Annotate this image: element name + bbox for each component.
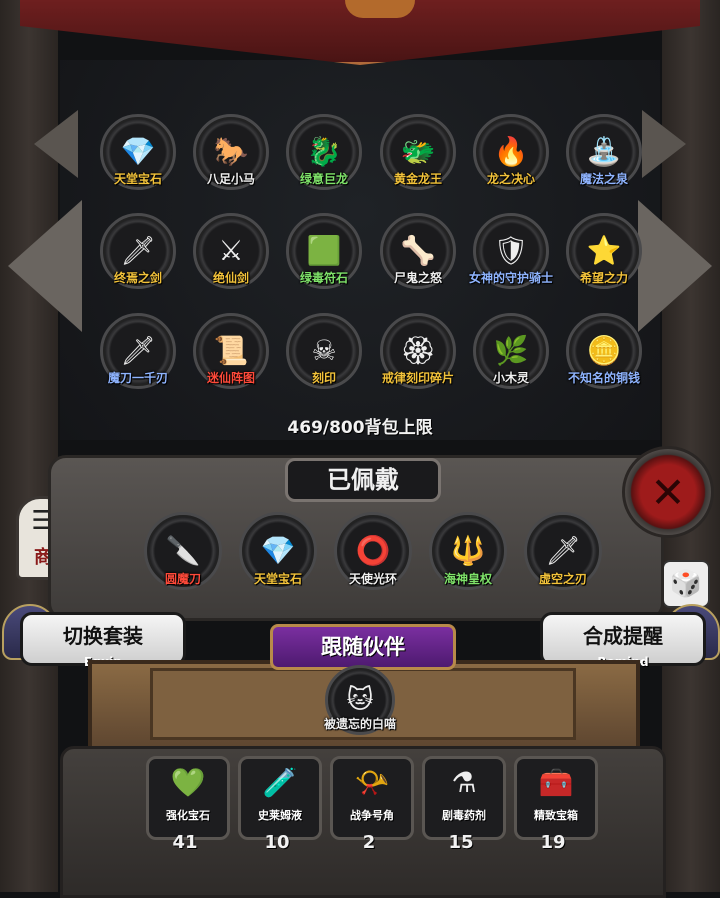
material-slot[interactable]: 🧰 精致宝箱 [514, 756, 598, 840]
item-label: 女神的守护骑士 [468, 271, 553, 285]
item-label: 迷仙阵图 [206, 371, 255, 385]
equipped-label: 天使光环 [348, 572, 397, 586]
material-label: 精致宝箱 [534, 809, 578, 822]
equipped-title: 已佩戴 [285, 458, 441, 502]
item-label: 希望之力 [579, 271, 628, 285]
inventory-item[interactable]: 🌿 小木灵 [465, 313, 557, 405]
inventory-item[interactable]: 🐲 黄金龙王 [372, 114, 464, 206]
inventory-item[interactable]: 🛡 女神的守护骑士 [465, 213, 557, 305]
equipped-label: 天堂宝石 [253, 572, 302, 586]
material-slot[interactable]: 📯 战争号角 [330, 756, 414, 840]
material-icon: 💚 [170, 766, 206, 799]
companion-title: 跟随伙伴 [270, 624, 456, 670]
inventory-item[interactable]: 📜 迷仙阵图 [185, 313, 277, 405]
item-label: 龙之决心 [486, 172, 535, 186]
item-label: 尸鬼之怒 [393, 271, 442, 285]
material-icon: 🧪 [262, 766, 298, 799]
companion-slot[interactable]: 🐱 被遗忘的白喵 [315, 665, 405, 745]
synth-remind-label: 合成提醒 [583, 624, 663, 648]
backpack-capacity: 469/800背包上限 [287, 418, 433, 438]
dice-icon[interactable]: 🎲 [662, 560, 710, 608]
inventory-item[interactable]: 🗡 终焉之剑 [92, 213, 184, 305]
material-slot[interactable]: ⚗ 剧毒药剂 [422, 756, 506, 840]
inventory-item[interactable]: 🐉 绿意巨龙 [278, 114, 370, 206]
item-label: 绿意巨龙 [299, 172, 348, 186]
item-label: 终焉之剑 [113, 271, 162, 285]
material-slot[interactable]: 💚 强化宝石 [146, 756, 230, 840]
equipped-item[interactable]: 🔱 海神皇权 [422, 512, 514, 604]
prev-page-arrow-icon[interactable] [8, 200, 82, 332]
companion-name: 被遗忘的白喵 [323, 717, 396, 731]
material-count: 10 [264, 832, 290, 853]
item-label: 黄金龙王 [393, 172, 442, 186]
equipped-item[interactable]: 🔪 圆魔刀 [137, 512, 229, 604]
material-label: 强化宝石 [166, 809, 210, 822]
inventory-item[interactable]: 🏵 戒律刻印碎片 [372, 313, 464, 405]
inventory-item[interactable]: 💎 天堂宝石 [92, 114, 184, 206]
equipped-item[interactable]: 💎 天堂宝石 [232, 512, 324, 604]
switch-set-button[interactable]: 切换套装 Equip [20, 612, 186, 669]
equipped-item[interactable]: ⭕ 天使光环 [327, 512, 419, 604]
material-icon: 🧰 [538, 766, 574, 799]
material-label: 剧毒药剂 [442, 809, 486, 822]
inventory-item[interactable]: ⛲ 魔法之泉 [558, 114, 650, 206]
equipped-label: 圆魔刀 [164, 572, 201, 586]
item-label: 八足小马 [206, 172, 255, 186]
synth-remind-button[interactable]: 合成提醒 Remind [540, 612, 706, 669]
material-count: 19 [540, 832, 566, 853]
equipped-label: 海神皇权 [443, 572, 492, 586]
close-icon: ✕ [650, 467, 686, 517]
item-label: 戒律刻印碎片 [381, 371, 454, 385]
equipped-item[interactable]: 🗡 虚空之刃 [517, 512, 609, 604]
prev-page-small-arrow-icon[interactable] [34, 110, 78, 178]
switch-set-label: 切换套装 [63, 624, 143, 648]
inventory-item[interactable]: 🔥 龙之决心 [465, 114, 557, 206]
item-label: 天堂宝石 [113, 172, 162, 186]
item-label: 小木灵 [492, 371, 529, 385]
inventory-item[interactable]: ⚔ 绝仙剑 [185, 213, 277, 305]
inventory-item[interactable]: 🟩 绿毒符石 [278, 213, 370, 305]
material-count: 15 [448, 832, 474, 853]
banner-gem [345, 0, 415, 18]
inventory-item[interactable]: 🗡 魔刀一千刃 [92, 313, 184, 405]
item-label: 不知名的铜钱 [567, 371, 640, 385]
material-icon: ⚗ [451, 766, 477, 799]
inventory-item[interactable]: 🦴 尸鬼之怒 [372, 213, 464, 305]
item-label: 刻印 [311, 371, 336, 385]
material-label: 战争号角 [350, 809, 394, 822]
material-icon: 📯 [354, 766, 390, 799]
item-label: 绝仙剑 [212, 271, 249, 285]
material-count: 41 [172, 832, 198, 853]
material-label: 史莱姆液 [258, 809, 302, 822]
inventory-item[interactable]: 🪙 不知名的铜钱 [558, 313, 650, 405]
item-label: 绿毒符石 [299, 271, 348, 285]
close-button[interactable]: ✕ [622, 446, 714, 538]
inventory-item[interactable]: 🐎 八足小马 [185, 114, 277, 206]
inventory-item[interactable]: ⭐ 希望之力 [558, 213, 650, 305]
material-slot[interactable]: 🧪 史莱姆液 [238, 756, 322, 840]
top-banner [20, 0, 700, 65]
item-label: 魔刀一千刃 [107, 371, 168, 385]
inventory-item[interactable]: ☠ 刻印 [278, 313, 370, 405]
equipped-label: 虚空之刃 [538, 572, 587, 586]
item-label: 魔法之泉 [579, 172, 628, 186]
material-count: 2 [362, 832, 376, 853]
